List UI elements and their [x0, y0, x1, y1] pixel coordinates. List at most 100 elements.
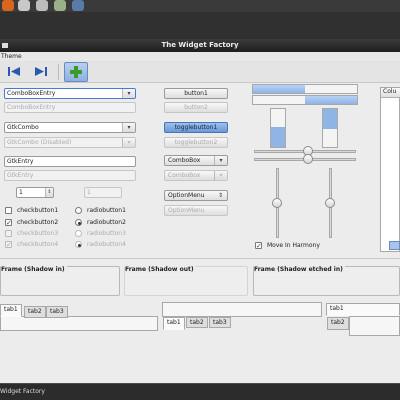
text-entry[interactable]: GtkEntry — [4, 156, 136, 167]
menubar: Theme — [0, 52, 400, 61]
notebook-1-tab-1[interactable]: tab1 — [0, 304, 22, 317]
spin-button[interactable]: 1 ⇕ — [16, 187, 54, 198]
notebook-3-tab-2[interactable]: tab2 — [327, 317, 349, 330]
gtk-combo-disabled: GtkCombo (Disabled) ▾ — [4, 137, 136, 148]
vscale-2-knob[interactable] — [325, 198, 335, 208]
spin-button-disabled: 1 — [84, 187, 122, 198]
updown-icon[interactable]: ⇕ — [214, 191, 227, 200]
top-panel — [0, 0, 400, 12]
combobox-entry[interactable]: ComboBoxEntry ▾ — [4, 88, 136, 99]
frame-shadow-out-label: Frame (Shadow out) — [125, 266, 196, 273]
radio-3-label: radiobutton3 — [87, 230, 126, 237]
notebook-3-tab-1[interactable]: tab1 — [326, 303, 400, 316]
button-1[interactable]: button1 — [164, 88, 228, 99]
combobox-value: ComboBox — [168, 157, 201, 164]
notebook-2-tab-1[interactable]: tab1 — [163, 317, 185, 330]
toggle-button-2: togglebutton2 — [164, 137, 228, 148]
checkbox-1-label: checkbutton1 — [17, 207, 59, 214]
list-view[interactable]: Colu — [380, 87, 400, 252]
vscale-1-knob[interactable] — [272, 198, 282, 208]
files-icon[interactable] — [18, 0, 30, 11]
combobox-entry-disabled: ComboBoxEntry — [4, 102, 136, 113]
frame-shadow-in-label: Frame (Shadow in) — [1, 266, 67, 273]
progress-fill-1 — [253, 85, 305, 93]
toolbar — [0, 61, 400, 83]
window-titlebar[interactable]: The Widget Factory — [0, 39, 400, 52]
option-menu[interactable]: OptionMenu ⇕ — [164, 190, 228, 201]
menu-theme[interactable]: Theme — [1, 53, 22, 60]
desktop-background — [0, 12, 400, 39]
checkbox-4-label: checkbutton4 — [17, 241, 59, 248]
combobox-entry-value: ComboBoxEntry — [7, 90, 56, 97]
move-in-harmony-checkbox[interactable]: ✓ — [255, 242, 262, 250]
combobox-disabled: ComboBox ▾ — [164, 170, 228, 181]
progress-fill-2 — [305, 96, 357, 104]
add-icon[interactable] — [64, 62, 88, 82]
list-column-header[interactable]: Colu — [381, 88, 400, 98]
radio-4 — [75, 241, 82, 248]
section-separator — [0, 258, 400, 259]
notebook-1-page — [0, 316, 158, 331]
option-menu-value: OptionMenu — [168, 192, 205, 199]
checkbox-3 — [5, 230, 12, 237]
gtk-combo[interactable]: GtkCombo ▾ — [4, 122, 136, 133]
combobox[interactable]: ComboBox ▾ — [164, 155, 228, 166]
back-icon[interactable] — [5, 63, 23, 80]
notebook-2-tab-2[interactable]: tab2 — [186, 317, 208, 328]
list-scrollbar-thumb[interactable] — [389, 241, 400, 250]
vertical-progress-fill-1 — [271, 127, 285, 147]
toolbar-separator — [58, 64, 59, 80]
frame-shadow-etched-in: Frame (Shadow etched in) — [253, 266, 400, 296]
text-entry-disabled-value: GtkEntry — [7, 172, 34, 179]
combobox-entry-disabled-value: ComboBoxEntry — [7, 104, 56, 111]
gtk-combo-value: GtkCombo — [7, 124, 39, 131]
notebook-1-tab-3[interactable]: tab3 — [46, 306, 68, 318]
image-viewer-icon[interactable] — [54, 0, 66, 11]
toggle-button-1[interactable]: togglebutton1 — [164, 122, 228, 133]
app-menu-icon[interactable] — [2, 0, 14, 11]
chevron-down-icon: ▾ — [214, 171, 227, 180]
progress-bar-2 — [252, 95, 358, 105]
taskbar-window-label[interactable]: Widget Factory — [0, 388, 45, 395]
checkbox-4: ✓ — [5, 241, 12, 249]
taskbar: Widget Factory — [0, 383, 400, 400]
option-menu-disabled-value: OptionMenu — [168, 207, 205, 214]
radio-4-label: radiobutton4 — [87, 241, 126, 248]
forward-icon[interactable] — [32, 63, 50, 80]
window-title: The Widget Factory — [161, 41, 239, 49]
checkbox-2[interactable]: ✓ — [5, 219, 12, 227]
hscale-2-knob[interactable] — [303, 154, 313, 164]
checkbox-2-label: checkbutton2 — [17, 219, 59, 226]
spin-value: 1 — [19, 189, 23, 196]
checkbox-1[interactable] — [5, 207, 12, 214]
frame-shadow-etched-in-label: Frame (Shadow etched in) — [254, 266, 345, 273]
notebook-1-tab-2[interactable]: tab2 — [24, 306, 46, 318]
move-in-harmony-label: Move In Harmony — [267, 242, 320, 249]
gtk-combo-disabled-value: GtkCombo (Disabled) — [7, 139, 72, 146]
vertical-progress-2 — [322, 108, 338, 148]
radio-3 — [75, 230, 82, 237]
spin-disabled-value: 1 — [87, 189, 91, 196]
radio-2[interactable] — [75, 219, 82, 226]
browser-icon[interactable] — [72, 0, 84, 11]
chevron-down-icon[interactable]: ▾ — [122, 123, 135, 132]
terminal-icon[interactable] — [36, 0, 48, 11]
frame-shadow-out: Frame (Shadow out) — [124, 266, 248, 296]
frame-shadow-in: Frame (Shadow in) — [0, 266, 120, 296]
vertical-progress-fill-2 — [323, 109, 337, 129]
spin-arrows-icon[interactable]: ⇕ — [45, 188, 53, 197]
notebook-2-page — [162, 302, 322, 317]
chevron-down-icon[interactable]: ▾ — [122, 89, 135, 98]
text-entry-disabled: GtkEntry — [4, 170, 136, 181]
notebook-2-tab-3[interactable]: tab3 — [209, 317, 231, 328]
chevron-down-icon[interactable]: ▾ — [214, 156, 227, 165]
option-menu-disabled: OptionMenu — [164, 205, 228, 216]
combobox-disabled-value: ComboBox — [168, 172, 201, 179]
radio-2-label: radiobutton2 — [87, 219, 126, 226]
chevron-down-icon: ▾ — [122, 138, 135, 147]
text-entry-value: GtkEntry — [7, 158, 34, 165]
radio-1[interactable] — [75, 207, 82, 214]
progress-bar-1 — [252, 84, 358, 94]
button-2: button2 — [164, 102, 228, 113]
checkbox-3-label: checkbutton3 — [17, 230, 59, 237]
